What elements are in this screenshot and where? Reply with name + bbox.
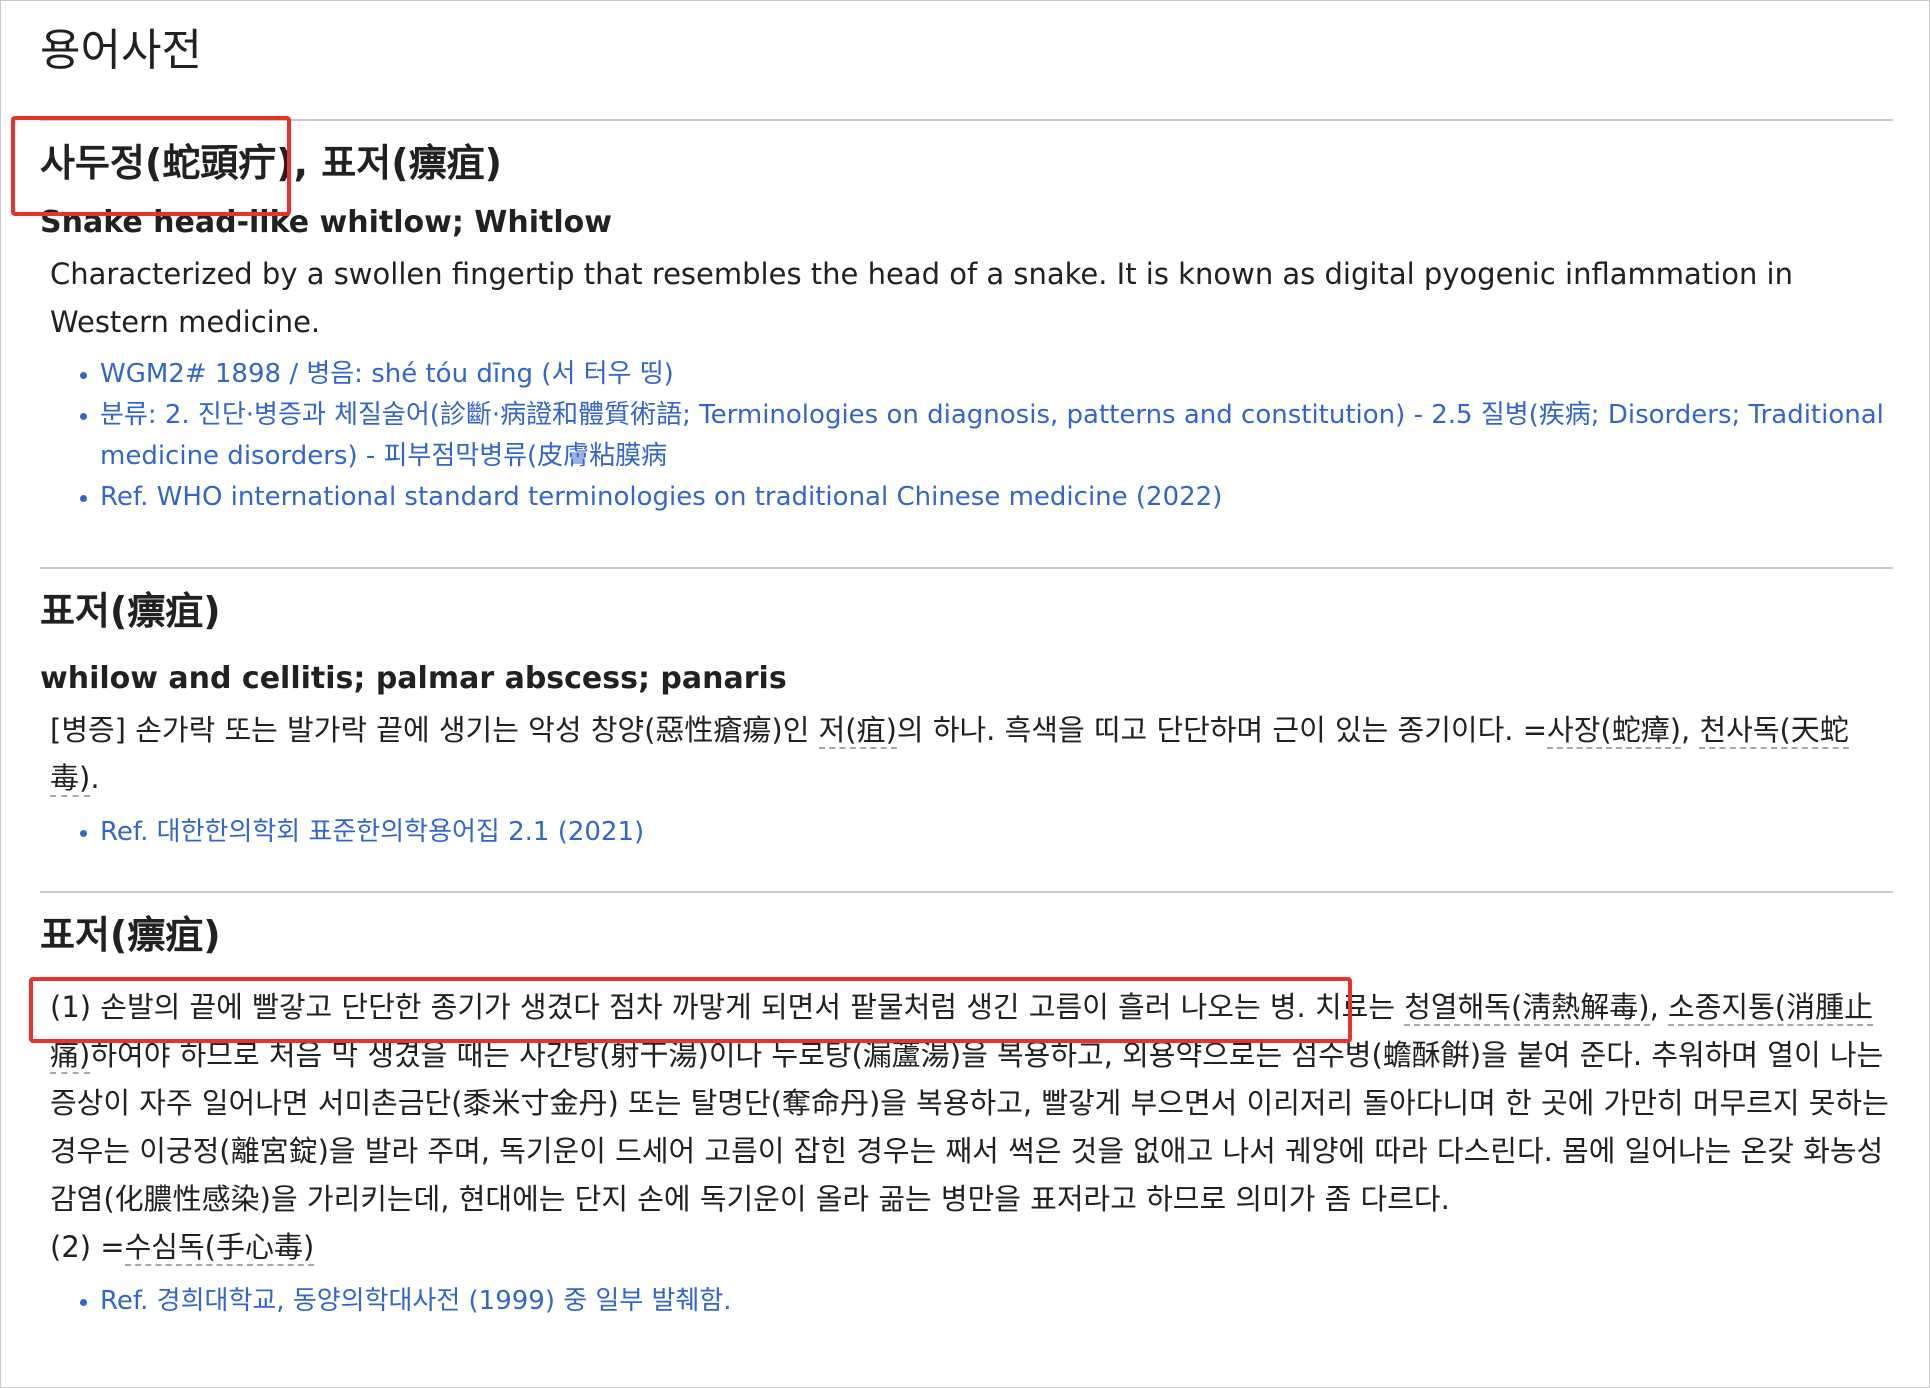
- entry-1-term-b: 표저(瘭疽): [321, 141, 502, 185]
- entry-1-term: 사두정(蛇頭疔), 표저(瘭疽): [40, 141, 1893, 187]
- entry-3-def1-text-1: (1) 손발의 끝에 빨갛고 단단한 종기가 생겼다 점차 까맣게 되면서 팥물…: [50, 989, 1405, 1024]
- entry-1-ref-who[interactable]: Ref. WHO international standard terminol…: [80, 477, 1893, 518]
- entry-2-def-text-2: 의 하나. 흑색을 띠고 단단하며 근이 있는 종기이다. =: [896, 712, 1548, 747]
- entry-2-refs: Ref. 대한한의학회 표준한의학용어집 2.1 (2021): [40, 812, 1893, 853]
- entry-1-english: Snake head-like whitlow; Whitlow: [40, 204, 612, 240]
- entry-2-def-text-1: [병증] 손가락 또는 발가락 끝에 생기는 악성 창양(惡性瘡瘍)인: [50, 712, 819, 747]
- entry-3-refs: Ref. 경희대학교, 동양의학대사전 (1999) 중 일부 발췌함.: [40, 1281, 1893, 1322]
- entry-3-link-susimdok[interactable]: 수심독(手心毒): [124, 1229, 315, 1266]
- entry-3-def2-text: (2) =: [50, 1229, 125, 1264]
- entry-3-definition-1: (1) 손발의 끝에 빨갛고 단단한 종기가 생겼다 점차 까맣게 되면서 팥물…: [40, 983, 1893, 1223]
- entry-3-def1-text-3: 하여야 하므로 처음 막 생겼을 때는 사간탕(射干湯)이나 누로탕(漏蘆湯)을…: [50, 1037, 1889, 1216]
- entry-2-link-jeo[interactable]: 저(疽): [818, 712, 897, 749]
- entry-1-ref-wgm[interactable]: WGM2# 1898 / 병음: shé tóu dīng (서 터우 띵): [80, 354, 1893, 395]
- entry-1: 사두정(蛇頭疔), 표저(瘭疽) Snake head-like whitlow…: [40, 141, 1893, 518]
- entry-3-definition-2: (2) =수심독(手心毒): [40, 1223, 1893, 1271]
- entry-3: 표저(瘭疽) (1) 손발의 끝에 빨갛고 단단한 종기가 생겼다 점차 까맣게…: [40, 913, 1893, 1322]
- entry-1-definition: Characterized by a swollen fingertip tha…: [50, 256, 1793, 339]
- entry-2-ref[interactable]: Ref. 대한한의학회 표준한의학용어집 2.1 (2021): [80, 812, 1893, 853]
- page-title: 용어사전: [40, 25, 202, 76]
- title-divider: [40, 119, 1893, 121]
- entry-3-ref[interactable]: Ref. 경희대학교, 동양의학대사전 (1999) 중 일부 발췌함.: [80, 1281, 1893, 1322]
- glossary-page: 용어사전 사두정(蛇頭疔), 표저(瘭疽) Snake head-like wh…: [0, 0, 1930, 1388]
- section-divider-1: [40, 567, 1893, 569]
- entry-2-definition: [병증] 손가락 또는 발가락 끝에 생기는 악성 창양(惡性瘡瘍)인 저(疽)…: [40, 706, 1893, 802]
- entry-3-def1-text-2: ,: [1649, 989, 1669, 1024]
- entry-2-english: whilow and cellitis; palmar abscess; pan…: [40, 660, 787, 696]
- entry-2: 표저(瘭疽) whilow and cellitis; palmar absce…: [40, 589, 1893, 853]
- section-divider-2: [40, 891, 1893, 893]
- entry-2-link-sajang[interactable]: 사장(蛇瘴): [1547, 712, 1682, 749]
- entry-1-term-a: 사두정(蛇頭疔): [40, 141, 294, 185]
- entry-3-term: 표저(瘭疽): [40, 913, 221, 957]
- entry-1-refs: WGM2# 1898 / 병음: shé tóu dīng (서 터우 띵) 분…: [40, 354, 1893, 518]
- entry-3-link-cheongyeol[interactable]: 청열해독(淸熱解毒): [1404, 989, 1650, 1026]
- entry-2-def-text-4: .: [90, 760, 100, 795]
- entry-2-def-text-3: ,: [1681, 712, 1700, 747]
- entry-2-term: 표저(瘭疽): [40, 589, 221, 633]
- entry-1-term-separator: ,: [293, 141, 309, 185]
- entry-1-ref-category[interactable]: 분류: 2. 진단·병증과 체질술어(診斷·病證和體質術語; Terminolo…: [80, 395, 1893, 477]
